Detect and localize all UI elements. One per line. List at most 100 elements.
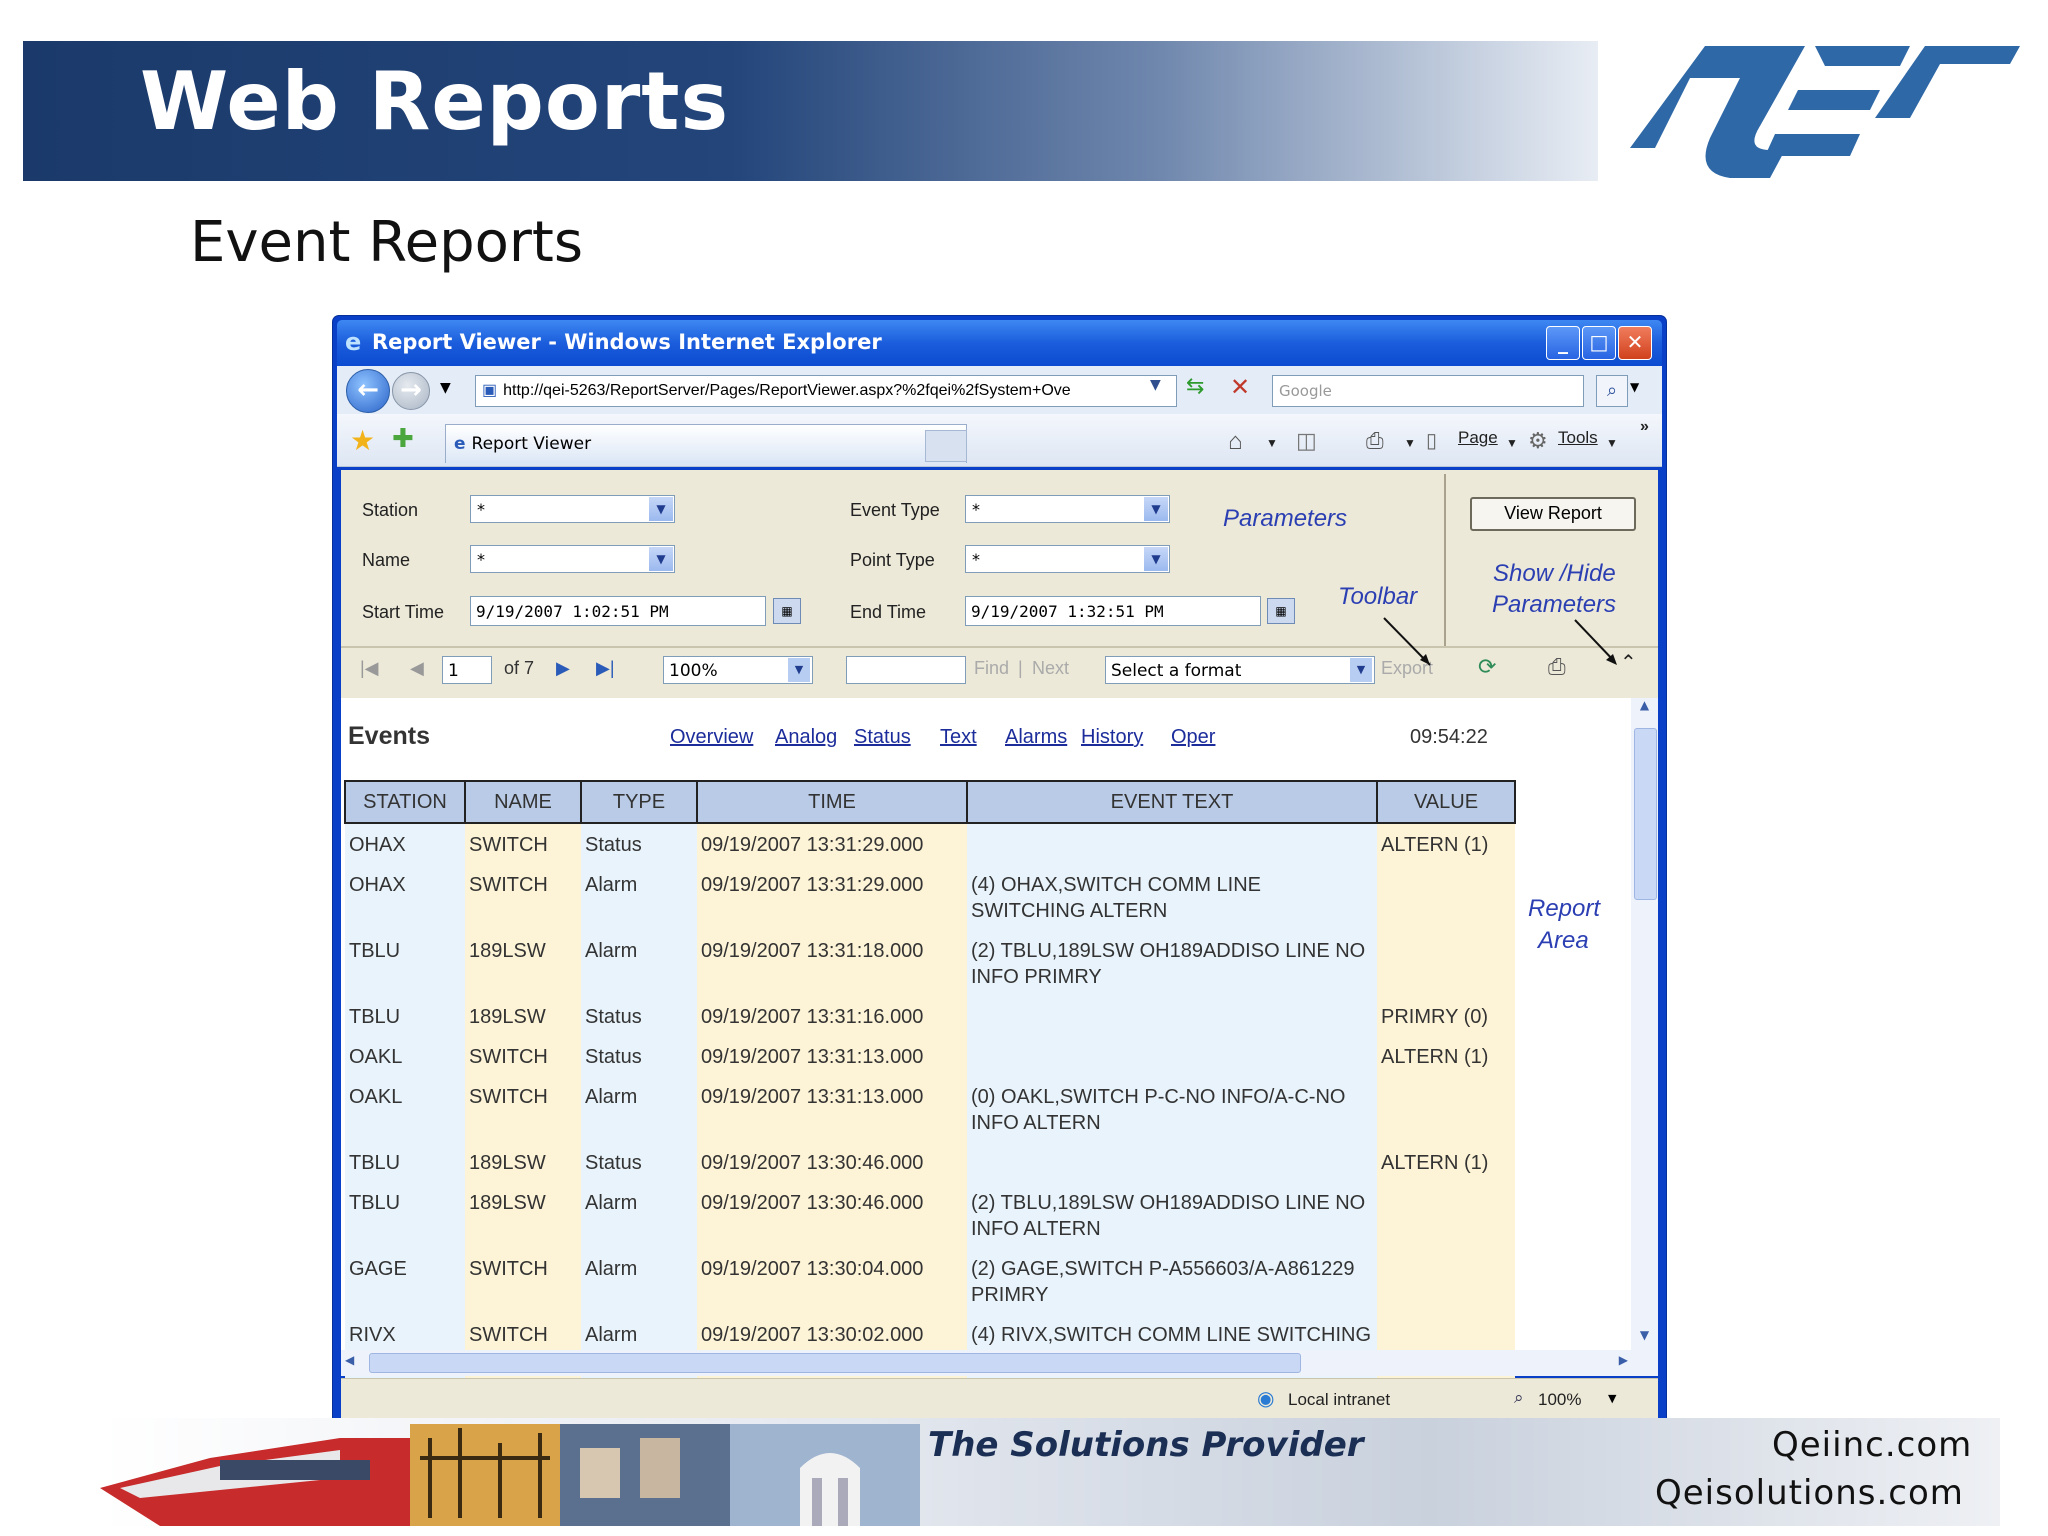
search-options-icon[interactable]: ▼ — [1630, 380, 1639, 394]
cell-event: (4) OHAX,SWITCH COMM LINE SWITCHING ALTE… — [967, 864, 1377, 930]
cell-time: 09/19/2007 13:31:13.000 — [697, 1036, 967, 1076]
next-page-icon[interactable]: ▶ — [556, 658, 570, 679]
cell-station: TBLU — [345, 930, 465, 996]
table-row: TBLU 189LSW Alarm 09/19/2007 13:30:46.000 (2… — [345, 1182, 1515, 1248]
back-button[interactable]: ← — [346, 369, 390, 413]
close-button[interactable]: ✕ — [1618, 326, 1652, 360]
next-link[interactable]: Next — [1032, 658, 1069, 679]
page-number-input[interactable]: 1 — [442, 656, 492, 684]
zoom-select[interactable]: 100% ▼ — [663, 656, 813, 684]
scroll-down-icon[interactable]: ▼ — [1633, 1328, 1656, 1348]
slide-title: Web Reports — [140, 55, 730, 148]
scroll-right-icon[interactable]: ▶ — [1619, 1353, 1628, 1367]
link-overview[interactable]: Overview — [670, 726, 753, 749]
add-favorite-icon[interactable]: ✚ — [392, 424, 414, 454]
maximize-button[interactable]: □ — [1582, 326, 1616, 360]
chevron-more-icon[interactable]: » — [1640, 418, 1649, 436]
annotation-arrows — [1383, 617, 1617, 666]
cell-event: (2) TBLU,189LSW OH189ADDISO LINE NO INFO… — [967, 1182, 1377, 1248]
vertical-scrollbar[interactable]: ▲ ▼ — [1631, 698, 1658, 1350]
new-tab-button[interactable] — [925, 430, 967, 462]
minimize-button[interactable]: _ — [1546, 326, 1580, 360]
cell-value: ALTERN (1) — [1377, 1142, 1515, 1182]
zoom-magnifier-icon: ⌕ — [1514, 1388, 1524, 1408]
station-label: Station — [362, 500, 419, 520]
cell-name: SWITCH — [465, 864, 581, 930]
tools-dropdown-icon[interactable]: ▼ — [1606, 436, 1618, 450]
link-status[interactable]: Status — [854, 726, 911, 749]
end-time-input[interactable]: 9/19/2007 1:32:51 PM — [965, 596, 1261, 626]
vertical-scroll-thumb[interactable] — [1634, 728, 1657, 900]
chevron-down-icon: ▼ — [1350, 658, 1372, 682]
home-icon[interactable]: ⌂ — [1228, 428, 1243, 456]
address-dropdown-icon[interactable]: ▼ — [1150, 377, 1161, 393]
cell-name: 189LSW — [465, 930, 581, 996]
calendar-icon[interactable]: ▦ — [773, 598, 801, 624]
first-page-icon[interactable]: |◀ — [360, 658, 379, 679]
annotation-parameters: Parameters — [1223, 505, 1348, 532]
tab-ie-icon: e — [454, 434, 466, 454]
print-dropdown-icon[interactable]: ▼ — [1404, 436, 1416, 450]
cell-time: 09/19/2007 13:30:46.000 — [697, 1182, 967, 1248]
horizontal-scroll-thumb[interactable] — [369, 1353, 1301, 1373]
scroll-left-icon[interactable]: ◀ — [345, 1353, 354, 1367]
cell-type: Alarm — [581, 864, 697, 930]
find-link[interactable]: Find — [974, 658, 1009, 679]
name-select[interactable]: * ▼ — [470, 545, 675, 573]
favorites-star-icon[interactable]: ★ — [350, 424, 375, 457]
history-dropdown-icon[interactable]: ▼ — [440, 380, 451, 396]
tab-report-viewer[interactable]: e Report Viewer — [445, 424, 967, 463]
cell-name: SWITCH — [465, 1076, 581, 1142]
horizontal-scrollbar[interactable]: ◀ ▶ — [341, 1350, 1658, 1376]
view-report-button[interactable]: View Report — [1470, 497, 1636, 531]
cell-event: (2) TBLU,189LSW OH189ADDISO LINE NO INFO… — [967, 930, 1377, 996]
link-text[interactable]: Text — [940, 726, 977, 749]
link-analog[interactable]: Analog — [775, 726, 837, 749]
footer-url-2[interactable]: Qeisolutions.com — [1655, 1473, 1964, 1513]
cell-value — [1377, 1248, 1515, 1314]
format-select[interactable]: Select a format ▼ — [1105, 656, 1375, 684]
find-input[interactable] — [846, 656, 966, 684]
link-oper[interactable]: Oper — [1171, 726, 1215, 749]
page-dropdown-icon[interactable]: ▼ — [1506, 436, 1518, 450]
annotation-report-2: Area — [1538, 927, 1589, 954]
last-page-icon[interactable]: ▶| — [596, 658, 615, 679]
stop-icon[interactable]: ✕ — [1230, 373, 1250, 401]
refresh-icon[interactable]: ⇆ — [1186, 374, 1204, 399]
home-dropdown-icon[interactable]: ▼ — [1266, 436, 1278, 450]
tab-label: Report Viewer — [471, 434, 592, 454]
scroll-up-icon[interactable]: ▲ — [1633, 698, 1656, 718]
link-alarms[interactable]: Alarms — [1005, 726, 1067, 749]
status-zone: Local intranet — [1288, 1390, 1391, 1409]
cell-time: 09/19/2007 13:31:16.000 — [697, 996, 967, 1036]
link-history[interactable]: History — [1081, 726, 1143, 749]
zoom-value: 100% — [669, 661, 718, 681]
point-type-select[interactable]: * ▼ — [965, 545, 1170, 573]
chevron-down-icon: ▼ — [649, 497, 673, 521]
annotation-report-1: Report — [1528, 895, 1601, 922]
footer-url-1[interactable]: Qeiinc.com — [1772, 1425, 1972, 1465]
start-time-input[interactable]: 9/19/2007 1:02:51 PM — [470, 596, 766, 626]
name-value: * — [477, 550, 485, 569]
forward-button[interactable]: → — [392, 372, 430, 410]
search-input[interactable]: Google — [1272, 375, 1584, 407]
feeds-icon[interactable]: ◫ — [1296, 428, 1317, 454]
tools-menu[interactable]: Tools — [1558, 428, 1598, 448]
cell-time: 09/19/2007 13:30:46.000 — [697, 1142, 967, 1182]
page-icon-cmd: ▯ — [1426, 430, 1438, 452]
station-select[interactable]: * ▼ — [470, 495, 675, 523]
status-zoom[interactable]: 100% — [1538, 1390, 1581, 1410]
search-icon[interactable]: ⌕ — [1596, 375, 1628, 407]
print-icon[interactable]: ⎙ — [1366, 428, 1384, 454]
address-bar[interactable]: ▣ http://qei-5263/ReportServer/Pages/Repo… — [475, 375, 1177, 407]
cell-event: (2) GAGE,SWITCH P-A556603/A-A861229 PRIM… — [967, 1248, 1377, 1314]
table-row: TBLU 189LSW Status 09/19/2007 13:30:46.000 A… — [345, 1142, 1515, 1182]
prev-page-icon[interactable]: ◀ — [410, 658, 424, 679]
event-type-select[interactable]: * ▼ — [965, 495, 1170, 523]
cell-event: (0) OAKL,SWITCH P-C-NO INFO/A-C-NO INFO … — [967, 1076, 1377, 1142]
point-type-label: Point Type — [850, 550, 935, 570]
cell-value: PRIMRY (0) — [1377, 996, 1515, 1036]
calendar-icon[interactable]: ▦ — [1267, 598, 1295, 624]
zoom-dropdown-icon[interactable]: ▼ — [1608, 1392, 1616, 1405]
page-menu[interactable]: Page — [1458, 428, 1498, 448]
